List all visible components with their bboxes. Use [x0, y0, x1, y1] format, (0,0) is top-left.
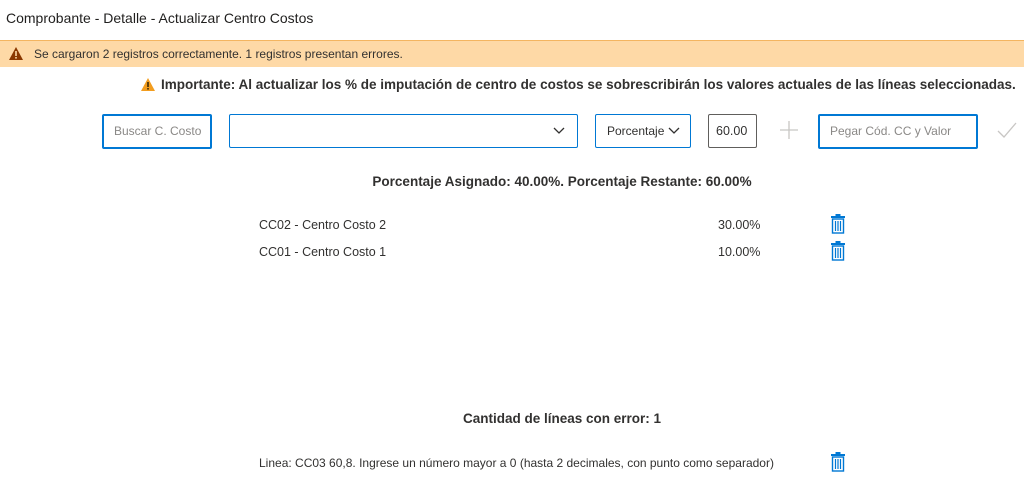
- paste-code-value-placeholder: Pegar Cód. CC y Valor: [830, 124, 952, 138]
- assigned-percentage-summary: Porcentaje Asignado: 40.00%. Porcentaje …: [372, 174, 752, 189]
- page-title: Comprobante - Detalle - Actualizar Centr…: [6, 10, 314, 26]
- important-notice-text: Importante: Al actualizar los % de imput…: [161, 76, 1016, 92]
- warning-icon: [9, 47, 23, 60]
- paste-code-value-input[interactable]: Pegar Cód. CC y Valor: [818, 114, 978, 149]
- checkmark-icon[interactable]: [996, 120, 1018, 140]
- cost-center-name: CC01 - Centro Costo 1: [259, 245, 387, 259]
- trash-icon[interactable]: [830, 452, 846, 472]
- important-notice: Importante: Al actualizar los % de imput…: [140, 75, 1016, 93]
- search-cost-center-placeholder: Buscar C. Costo: [114, 124, 202, 138]
- trash-icon[interactable]: [830, 214, 846, 234]
- list-item: CC01 - Centro Costo 1 10.00%: [259, 241, 859, 263]
- error-line-text: Linea: CC03 60,8. Ingrese un número mayo…: [259, 456, 774, 470]
- cost-center-combobox[interactable]: [229, 114, 578, 148]
- list-item: CC02 - Centro Costo 2 30.00%: [259, 214, 859, 236]
- search-cost-center-input[interactable]: Buscar C. Costo: [102, 114, 212, 149]
- chevron-down-icon: [668, 127, 680, 134]
- cost-center-percent: 10.00%: [718, 245, 761, 259]
- title-bar: Comprobante - Detalle - Actualizar Centr…: [0, 0, 1024, 38]
- trash-icon[interactable]: [830, 241, 846, 261]
- error-line: Linea: CC03 60,8. Ingrese un número mayo…: [259, 452, 859, 474]
- cost-center-percent: 30.00%: [718, 218, 761, 232]
- chevron-down-icon: [553, 127, 565, 134]
- amount-input[interactable]: 60.00: [708, 114, 757, 148]
- value-type-selected: Porcentaje: [607, 124, 665, 138]
- value-type-dropdown[interactable]: Porcentaje: [595, 114, 691, 148]
- warning-icon: [141, 77, 155, 91]
- warning-message-bar: Se cargaron 2 registros correctamente. 1…: [0, 40, 1024, 67]
- amount-value: 60.00: [716, 124, 748, 138]
- cost-center-name: CC02 - Centro Costo 2: [259, 218, 387, 232]
- warning-message-text: Se cargaron 2 registros correctamente. 1…: [34, 47, 403, 61]
- error-count-title: Cantidad de líneas con error: 1: [462, 411, 662, 426]
- add-icon[interactable]: [779, 120, 799, 140]
